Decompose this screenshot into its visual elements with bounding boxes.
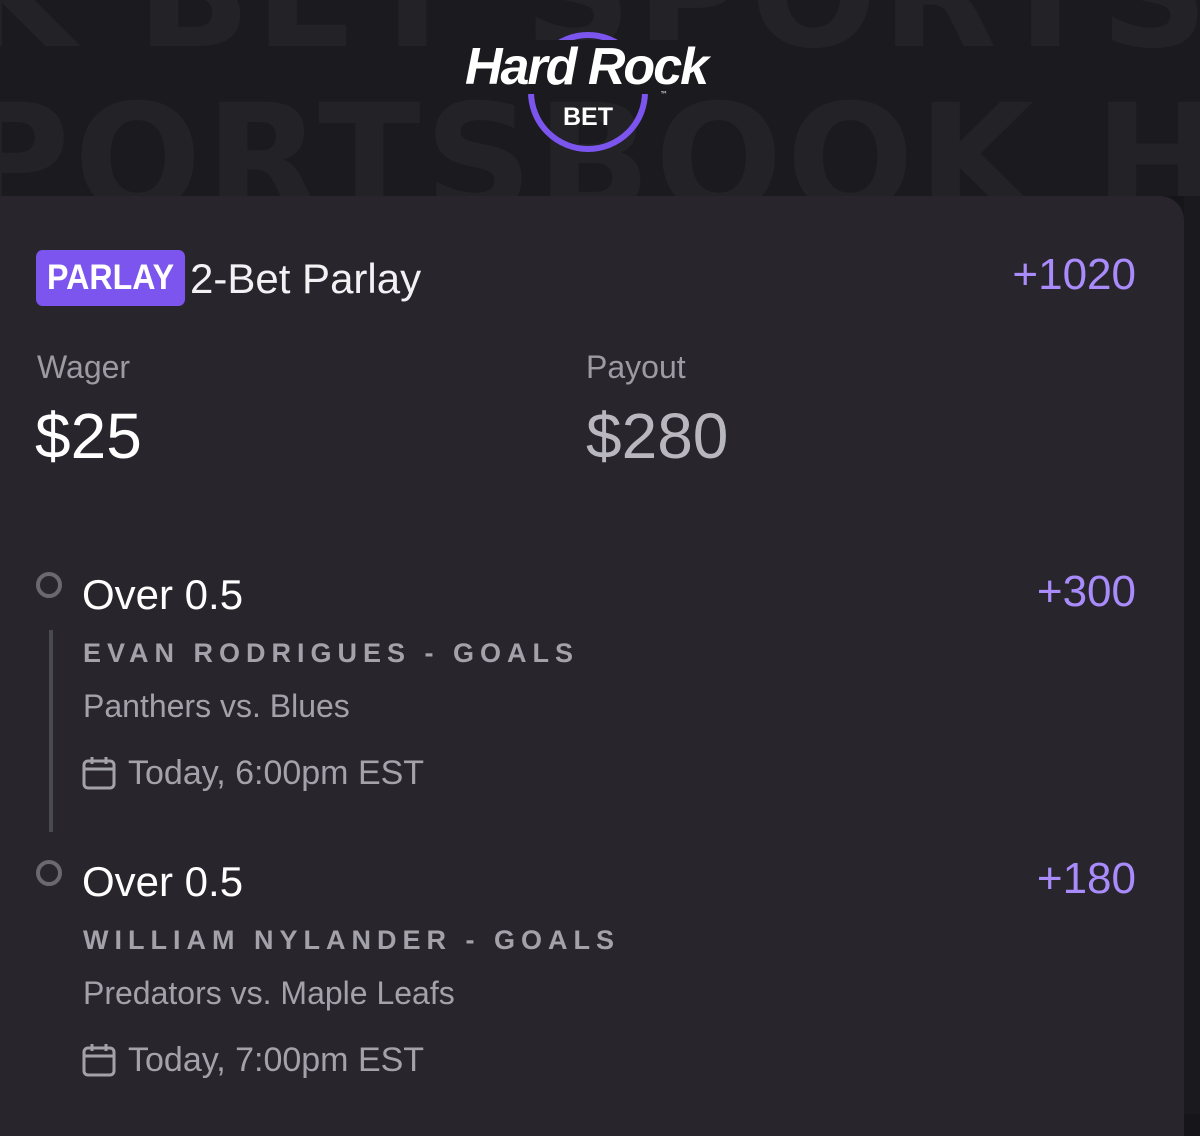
card-edge xyxy=(1184,196,1200,1114)
logo-bet-text: BET xyxy=(563,103,613,131)
leg-status-icon xyxy=(36,572,62,598)
parlay-odds: +1020 xyxy=(1012,250,1136,299)
hard-rock-bet-logo: Hard Rock BET ™ xyxy=(460,32,720,152)
leg-odds: +300 xyxy=(1036,567,1136,616)
payout-label: Payout xyxy=(586,349,686,385)
leg-market: WILLIAM NYLANDER - GOALS xyxy=(83,925,620,955)
leg-odds: +180 xyxy=(1036,854,1136,903)
leg-matchup: Panthers vs. Blues xyxy=(83,688,350,724)
leg-time: Today, 7:00pm EST xyxy=(128,1041,425,1079)
payout-amount: $280 xyxy=(586,400,729,472)
header: K BET SPORTSBOOK HARD ROCK PORTSBOOK HAR… xyxy=(0,0,1200,196)
logo-wordmark: Hard Rock xyxy=(465,38,712,96)
leg-market: EVAN RODRIGUES - GOALS xyxy=(83,638,580,668)
leg-selection: Over 0.5 xyxy=(82,571,244,618)
calendar-icon xyxy=(82,1044,116,1077)
calendar-icon xyxy=(82,757,116,790)
leg-selection: Over 0.5 xyxy=(82,858,244,905)
leg-connector-line xyxy=(49,630,53,832)
leg-time: Today, 6:00pm EST xyxy=(128,754,425,792)
parlay-badge: PARLAY xyxy=(36,250,186,306)
bet-title: 2-Bet Parlay xyxy=(190,255,422,302)
wager-amount: $25 xyxy=(35,400,142,472)
leg-matchup: Predators vs. Maple Leafs xyxy=(83,975,455,1011)
wager-label: Wager xyxy=(37,349,131,385)
leg-status-icon xyxy=(36,860,62,886)
logo-trademark: ™ xyxy=(660,90,668,99)
